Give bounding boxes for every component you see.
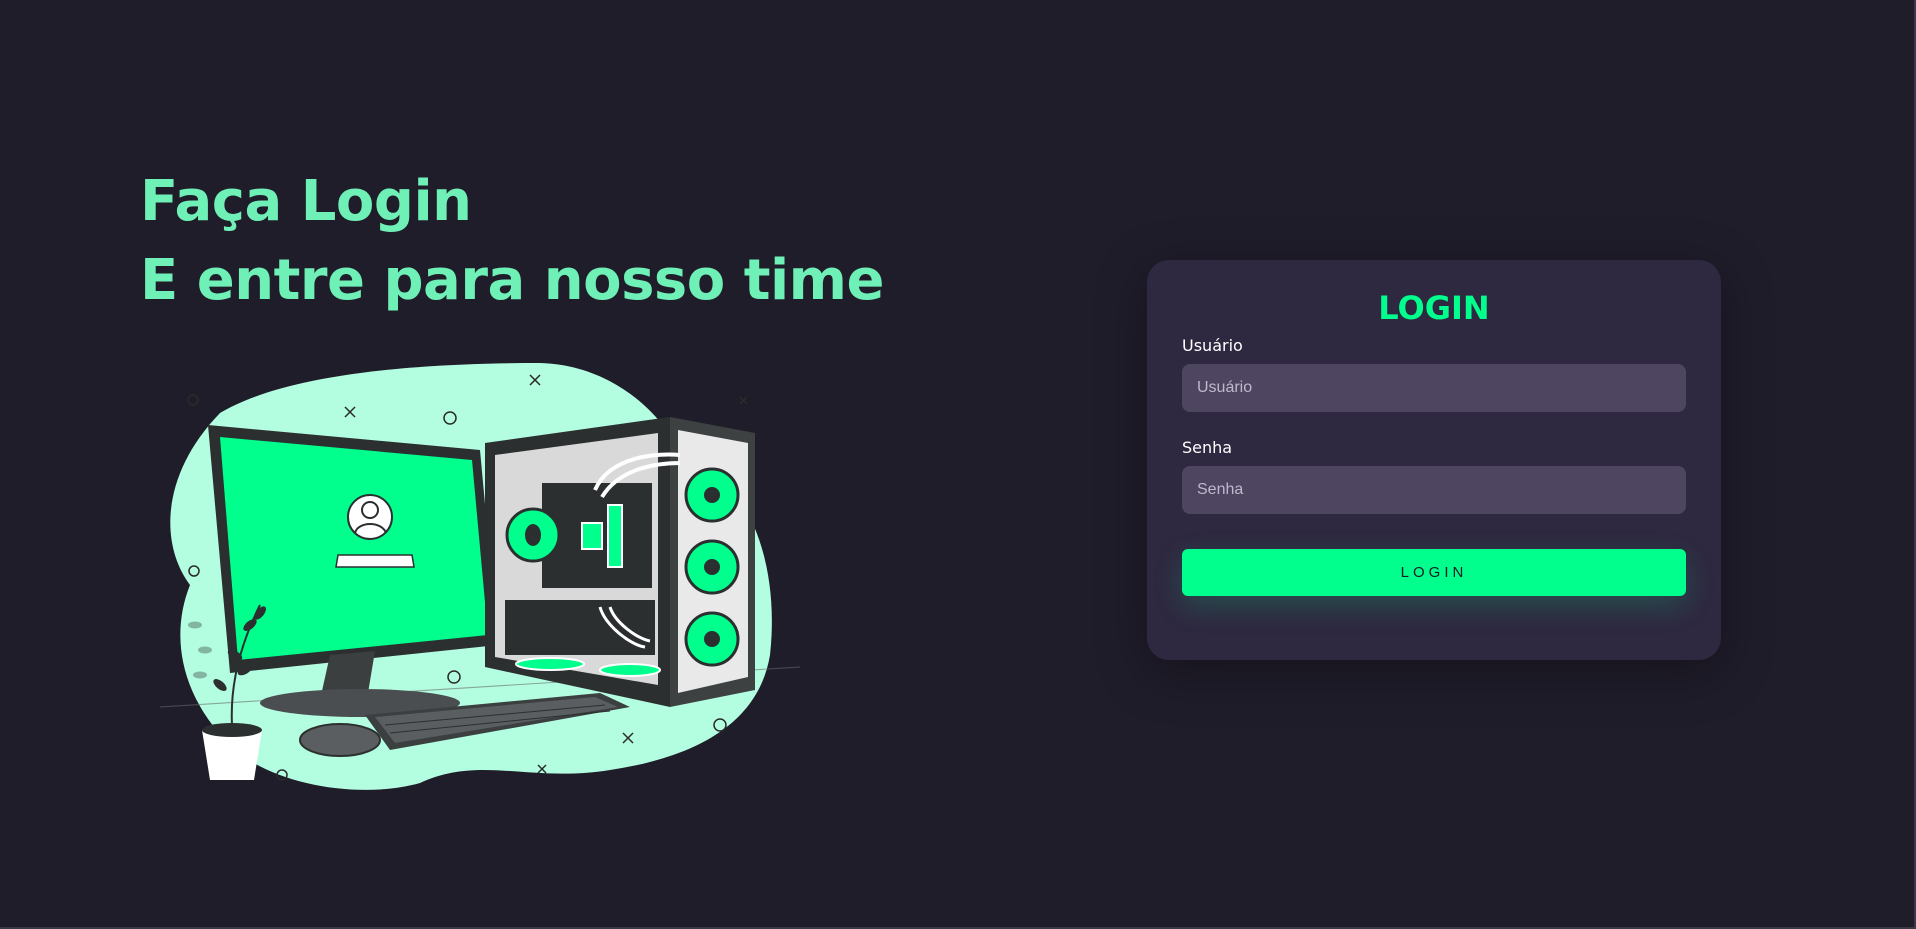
login-card: LOGIN Usuário Senha LOGIN [1147, 260, 1721, 660]
pc-case-icon [485, 417, 755, 707]
login-title: LOGIN [1378, 289, 1490, 327]
password-label: Senha [1182, 438, 1233, 457]
password-input[interactable] [1182, 466, 1686, 514]
login-button[interactable]: LOGIN [1182, 549, 1686, 596]
hero-headline: Faça Login E entre para nosso time [140, 162, 885, 320]
hero-headline-line2: E entre para nosso time [140, 248, 885, 313]
login-page: Faça Login E entre para nosso time LOGIN… [0, 0, 1916, 929]
username-input[interactable] [1182, 364, 1686, 412]
hero-headline-line1: Faça Login [140, 169, 472, 234]
username-label: Usuário [1182, 336, 1243, 355]
mouse-icon [299, 723, 381, 757]
computer-setup-illustration [159, 363, 801, 790]
